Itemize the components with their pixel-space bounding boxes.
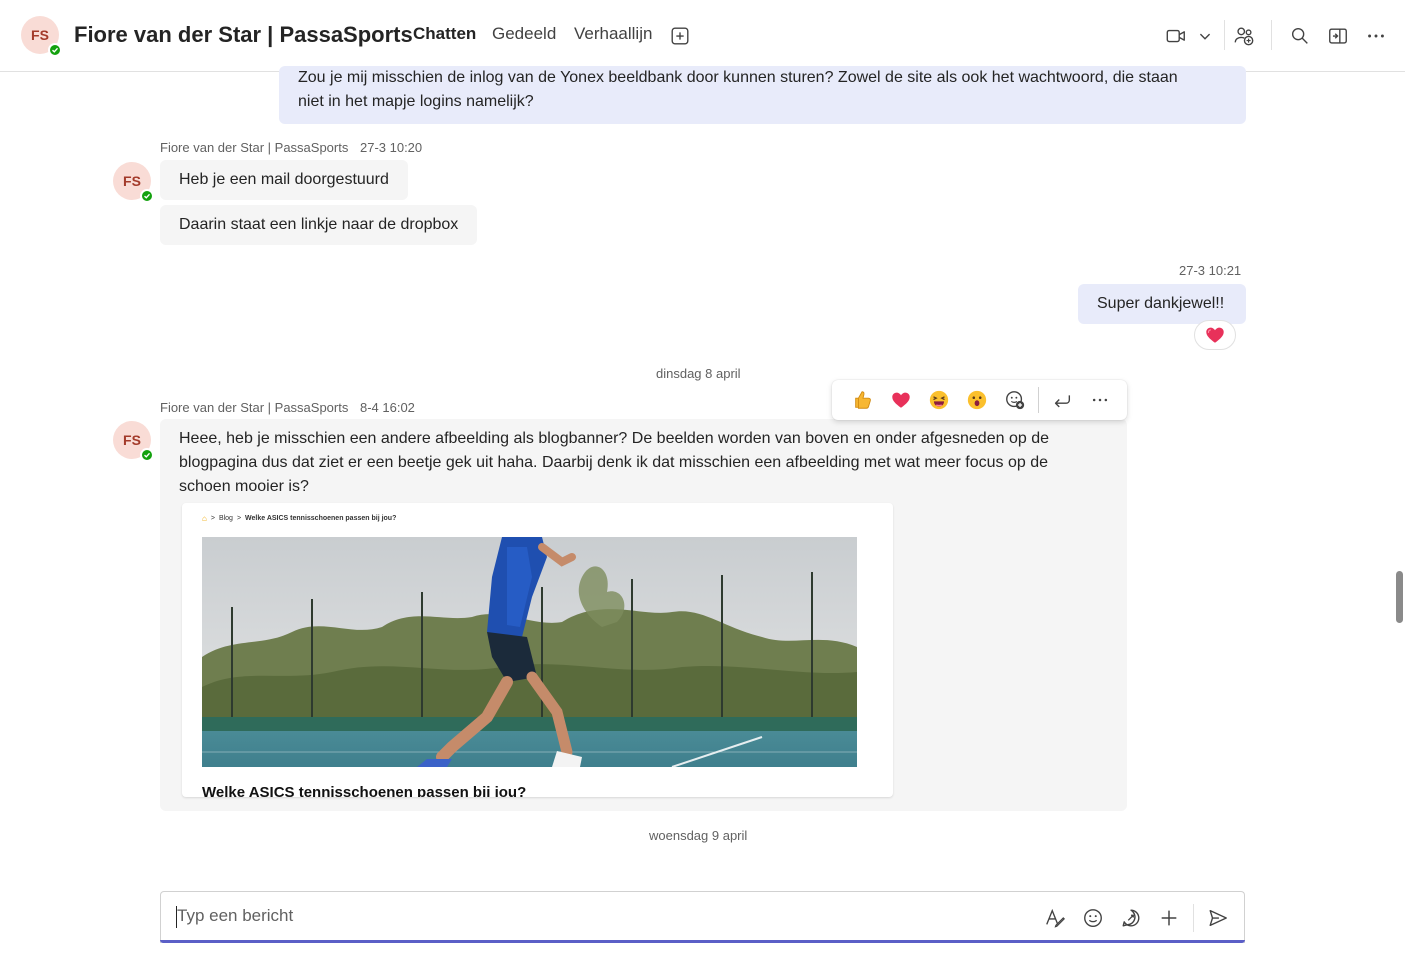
toolbar-divider [1038,387,1039,413]
compose-box [160,891,1245,943]
message-text: blogpagina dus dat ziet er een beetje ge… [179,454,1048,471]
tab-verhaallijn[interactable]: Verhaallijn [574,24,652,44]
breadcrumb: ⌂ > Blog > Welke ASICS tennisschoenen pa… [202,514,397,523]
message-bubble[interactable]: Daarin staat een linkje naar de dropbox [160,205,478,245]
message-bubble[interactable]: Heb je een mail doorgestuurd [160,160,408,200]
message-meta: Fiore van der Star | PassaSports 8-4 16:… [160,400,415,415]
card-title[interactable]: Welke ASICS tennisschoenen passen bij jo… [202,784,526,797]
image-attachment[interactable]: ⌂ > Blog > Welke ASICS tennisschoenen pa… [182,503,893,797]
date-divider: woensdag 9 april [649,828,748,843]
chevron-down-icon[interactable] [1193,24,1217,48]
compose-divider [1193,904,1194,932]
message-bubble[interactable]: Super dankjewel!! [1078,284,1246,324]
avatar[interactable]: FS [21,16,62,57]
message-author: Fiore van der Star | PassaSports [160,140,349,155]
header-divider [1271,20,1272,50]
avatar-initials: FS [123,173,141,189]
laugh-icon[interactable] [920,380,958,420]
presence-available-icon [140,189,154,203]
add-tab-icon[interactable] [668,24,692,48]
attach-plus-icon[interactable] [1157,906,1181,930]
home-icon: ⌂ [202,514,207,523]
message-meta: Fiore van der Star | PassaSports 27-3 10… [160,140,422,155]
message-text: Heee, heb je misschien een andere afbeel… [179,430,1049,447]
message-text: niet in het mapje logins namelijk? [298,93,534,110]
more-icon[interactable] [1364,24,1388,48]
more-icon[interactable] [1081,380,1119,420]
presence-available-icon [48,43,62,57]
heart-reaction-icon[interactable] [1194,320,1236,350]
date-divider: dinsdag 8 april [656,366,741,381]
compose-focus-underline [160,940,1245,943]
text-cursor [176,906,177,928]
avatar-initials: FS [123,432,141,448]
breadcrumb-item: Welke ASICS tennisschoenen passen bij jo… [245,515,397,522]
message-author: Fiore van der Star | PassaSports [160,400,349,415]
surprised-icon[interactable] [958,380,996,420]
message-text: schoen mooier is? [179,478,309,495]
like-icon[interactable] [844,380,882,420]
avatar[interactable]: FS [113,162,154,203]
loop-icon[interactable] [1119,906,1143,930]
heart-icon[interactable] [882,380,920,420]
message-text: Daarin staat een linkje naar de dropbox [179,216,459,233]
chat-header: FS Fiore van der Star | PassaSports Chat… [0,0,1405,72]
message-time: 8-4 16:02 [359,400,415,415]
breadcrumb-item: Blog [218,515,233,522]
message-text: Heb je een mail doorgestuurd [179,171,389,188]
message-bubble[interactable]: Zou je mij misschien de inlog van de Yon… [279,66,1246,124]
avatar-initials: FS [31,27,49,43]
people-add-icon[interactable] [1232,24,1256,48]
tennis-player-image [202,537,857,767]
message-input[interactable] [177,906,1027,926]
add-reaction-icon[interactable] [996,380,1034,420]
format-icon[interactable] [1043,906,1067,930]
emoji-icon[interactable] [1081,906,1105,930]
popout-icon[interactable] [1326,24,1350,48]
header-divider [1224,20,1225,50]
scrollbar-thumb[interactable] [1396,571,1403,623]
tab-chatten[interactable]: Chatten [413,24,476,44]
send-icon[interactable] [1206,906,1230,930]
search-icon[interactable] [1288,24,1312,48]
presence-available-icon [140,448,154,462]
tab-gedeeld[interactable]: Gedeeld [492,24,556,44]
chat-title: Fiore van der Star | PassaSports [74,22,413,47]
reaction-toolbar [832,380,1127,420]
avatar[interactable]: FS [113,421,154,462]
video-call-icon[interactable] [1164,24,1188,48]
message-text: Zou je mij misschien de inlog van de Yon… [298,69,1178,86]
message-time: 27-3 10:20 [359,140,423,155]
message-text: Super dankjewel!! [1097,295,1225,312]
reply-icon[interactable] [1043,380,1081,420]
message-time: 27-3 10:21 [1179,263,1242,278]
